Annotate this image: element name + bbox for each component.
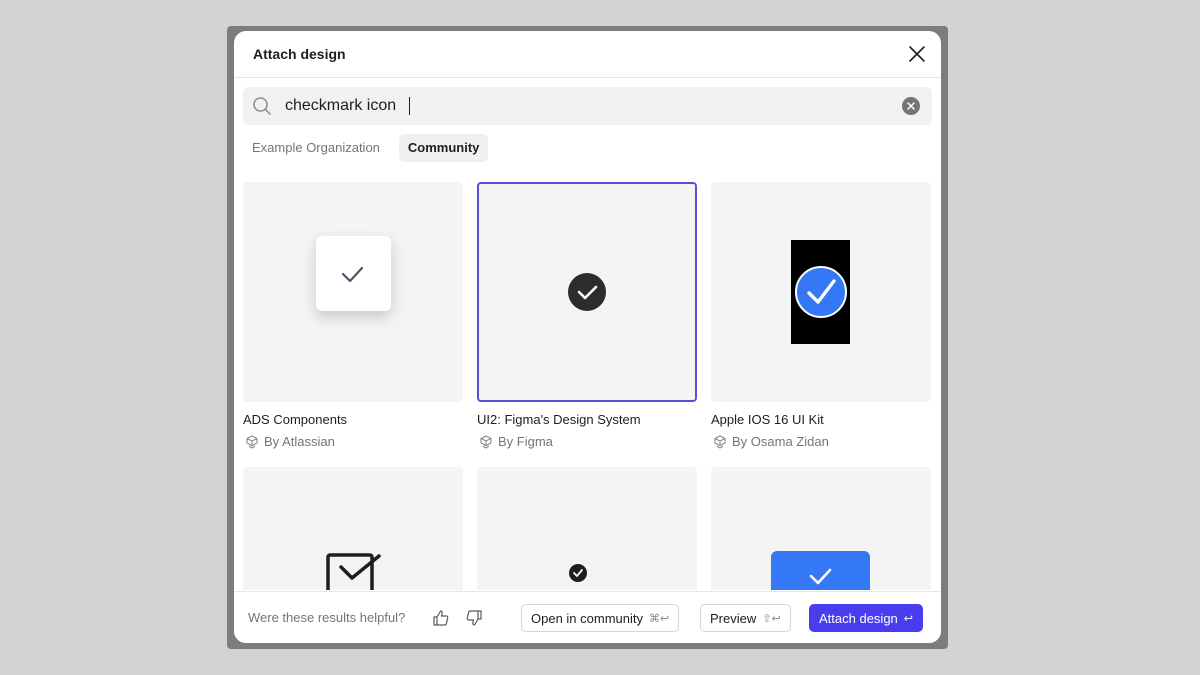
close-button[interactable] — [907, 44, 927, 64]
keyboard-shortcut: ⇧↩ — [762, 612, 781, 625]
preview-label: Preview — [710, 610, 757, 626]
text-caret — [409, 97, 410, 115]
author-name: By Osama Zidan — [732, 434, 829, 449]
result-author: By Atlassian — [245, 434, 335, 449]
tab-example-organization[interactable]: Example Organization — [243, 134, 389, 162]
blue-circle-checkmark-icon — [791, 240, 850, 344]
author-name: By Figma — [498, 434, 553, 449]
blue-square-checkmark-icon — [771, 551, 870, 590]
thumbs-up-button[interactable] — [431, 608, 451, 628]
result-title: ADS Components — [243, 412, 348, 427]
author-name: By Atlassian — [264, 434, 335, 449]
feedback-prompt: Were these results helpful? — [248, 610, 406, 625]
result-author: By Figma — [479, 434, 553, 449]
result-card[interactable] — [711, 467, 931, 590]
thumbs-up-icon — [433, 610, 449, 626]
result-thumbnail-selected[interactable] — [477, 182, 697, 402]
result-thumbnail[interactable] — [477, 467, 697, 590]
keyboard-shortcut: ↩ — [903, 612, 913, 625]
outlined-checkbox-icon — [326, 553, 381, 590]
result-card[interactable] — [477, 467, 697, 590]
open-in-community-button[interactable]: Open in community ⌘↩ — [521, 604, 680, 632]
dark-circle-checkmark-icon — [568, 273, 606, 311]
result-author: By Osama Zidan — [713, 434, 829, 449]
attach-design-label: Attach design — [819, 610, 898, 626]
thumbs-down-button[interactable] — [464, 608, 484, 628]
result-title: UI2: Figma's Design System — [477, 412, 641, 427]
clear-icon — [907, 102, 915, 110]
result-title: Apple IOS 16 UI Kit — [711, 412, 824, 427]
result-card[interactable] — [243, 467, 463, 590]
preview-button[interactable]: Preview ⇧↩ — [700, 604, 791, 632]
small-dark-circle-checkmark-icon — [569, 564, 587, 582]
thumbs-down-icon — [466, 610, 482, 626]
dialog-title: Attach design — [253, 46, 346, 62]
attach-design-dialog: Attach design Example Organization Commu… — [234, 31, 941, 643]
open-in-community-label: Open in community — [531, 610, 643, 626]
white-square-checkmark-icon — [316, 236, 391, 311]
dialog-footer: Were these results helpful? Open in comm… — [234, 591, 941, 643]
source-tabs: Example Organization Community — [243, 134, 489, 162]
result-card[interactable]: UI2: Figma's Design System By Figma — [477, 182, 697, 449]
close-icon — [909, 46, 925, 62]
result-thumbnail[interactable] — [711, 467, 931, 590]
tab-community[interactable]: Community — [398, 134, 489, 162]
result-card[interactable]: ADS Components By Atlassian — [243, 182, 463, 449]
result-card[interactable]: Apple IOS 16 UI Kit By Osama Zidan — [711, 182, 931, 449]
results-grid: ADS Components By Atlassian UI2: Figma's… — [243, 182, 932, 590]
search-input[interactable] — [285, 92, 885, 120]
result-thumbnail[interactable] — [243, 182, 463, 402]
result-thumbnail[interactable] — [243, 467, 463, 590]
search-bar — [243, 87, 932, 125]
attach-design-button[interactable]: Attach design ↩ — [809, 604, 923, 632]
keyboard-shortcut: ⌘↩ — [649, 612, 670, 625]
community-file-icon — [246, 434, 258, 449]
dialog-header: Attach design — [234, 31, 941, 78]
result-thumbnail[interactable] — [711, 182, 931, 402]
clear-search-button[interactable] — [902, 97, 920, 115]
search-icon — [253, 97, 271, 115]
community-file-icon — [714, 434, 726, 449]
community-file-icon — [480, 434, 492, 449]
